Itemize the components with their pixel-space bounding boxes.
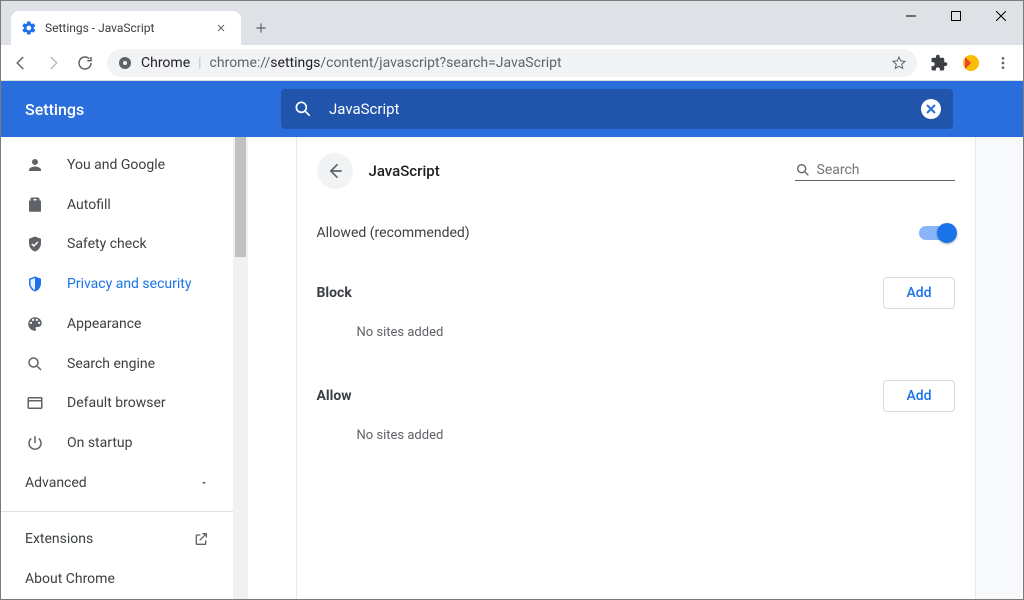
allowed-toggle-row: Allowed (recommended) xyxy=(317,209,955,257)
sidebar-item-default-browser[interactable]: Default browser xyxy=(1,383,233,423)
sidebar-item-autofill[interactable]: Autofill xyxy=(1,185,233,225)
block-empty-text: No sites added xyxy=(317,315,955,350)
allow-add-button[interactable]: Add xyxy=(883,380,954,412)
content-search[interactable] xyxy=(795,162,955,181)
bookmark-star-icon[interactable] xyxy=(891,55,907,71)
reload-button[interactable] xyxy=(71,49,99,77)
search-icon xyxy=(293,99,313,119)
settings-sidebar: You and Google Autofill Safety check Pri… xyxy=(1,137,233,599)
scrollbar-thumb[interactable] xyxy=(235,137,246,257)
open-external-icon xyxy=(193,531,209,547)
settings-search[interactable]: JavaScript xyxy=(281,89,953,129)
sidebar-extensions[interactable]: Extensions xyxy=(1,520,233,560)
shield-check-icon xyxy=(25,235,45,253)
omnibox-origin: Chrome xyxy=(141,55,190,71)
allow-empty-text: No sites added xyxy=(317,418,955,453)
search-icon xyxy=(25,355,45,373)
power-icon xyxy=(25,434,45,452)
settings-header: Settings JavaScript xyxy=(1,81,1023,137)
titlebar: Settings - JavaScript xyxy=(1,1,1023,45)
maximize-button[interactable] xyxy=(933,1,978,31)
content-search-input[interactable] xyxy=(817,162,955,178)
sidebar-item-safety-check[interactable]: Safety check xyxy=(1,224,233,264)
clipboard-icon xyxy=(25,196,45,214)
sidebar-item-search-engine[interactable]: Search engine xyxy=(1,344,233,384)
close-window-button[interactable] xyxy=(978,1,1023,31)
extension-badge-icon[interactable] xyxy=(957,49,985,77)
back-button[interactable] xyxy=(317,153,353,189)
window-controls xyxy=(888,1,1023,31)
minimize-button[interactable] xyxy=(888,1,933,31)
sidebar-advanced[interactable]: Advanced xyxy=(1,463,233,503)
address-bar[interactable]: Chrome | chrome://settings/content/javas… xyxy=(107,49,917,77)
browser-window-icon xyxy=(25,394,45,412)
palette-icon xyxy=(25,315,45,333)
back-button[interactable] xyxy=(7,49,35,77)
sidebar-item-appearance[interactable]: Appearance xyxy=(1,304,233,344)
site-info-icon[interactable] xyxy=(117,55,133,71)
settings-title: Settings xyxy=(1,100,281,119)
browser-tab[interactable]: Settings - JavaScript xyxy=(11,11,241,45)
sidebar-item-you-and-google[interactable]: You and Google xyxy=(1,145,233,185)
close-tab-icon[interactable] xyxy=(211,22,231,34)
sidebar-scrollbar[interactable] xyxy=(233,137,248,599)
forward-button[interactable] xyxy=(39,49,67,77)
person-icon xyxy=(25,156,45,174)
block-heading: Block xyxy=(317,285,352,301)
settings-gear-icon xyxy=(21,20,37,36)
omnibox-url: chrome://settings/content/javascript?sea… xyxy=(210,55,562,71)
settings-content: JavaScript Allowed (recommended) Block A… xyxy=(296,137,976,599)
sidebar-item-on-startup[interactable]: On startup xyxy=(1,423,233,463)
allowed-label: Allowed (recommended) xyxy=(317,225,470,241)
allowed-toggle[interactable] xyxy=(919,226,955,240)
menu-button[interactable] xyxy=(989,49,1017,77)
search-icon xyxy=(795,162,811,178)
sidebar-about-chrome[interactable]: About Chrome xyxy=(1,559,233,599)
new-tab-button[interactable] xyxy=(247,14,275,42)
clear-search-icon[interactable] xyxy=(921,99,941,119)
allow-heading: Allow xyxy=(317,388,352,404)
page-title: JavaScript xyxy=(369,162,795,180)
tab-title: Settings - JavaScript xyxy=(45,21,211,35)
settings-search-value: JavaScript xyxy=(329,100,921,118)
extensions-icon[interactable] xyxy=(925,49,953,77)
chevron-down-icon xyxy=(199,478,209,488)
shield-icon xyxy=(25,275,45,293)
browser-toolbar: Chrome | chrome://settings/content/javas… xyxy=(1,45,1023,81)
sidebar-item-privacy-security[interactable]: Privacy and security xyxy=(1,264,233,304)
block-add-button[interactable]: Add xyxy=(883,277,954,309)
